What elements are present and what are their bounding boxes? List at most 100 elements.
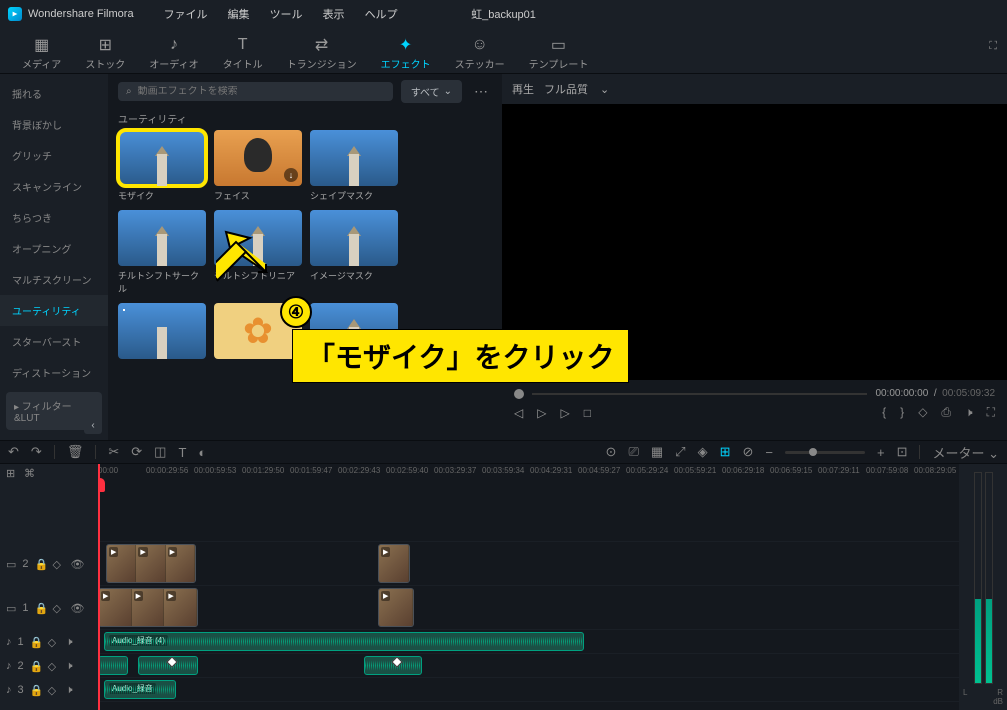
track-mute-icon[interactable]: ◇ bbox=[53, 602, 65, 615]
audio-clip[interactable]: Audio_緑音 bbox=[104, 680, 176, 699]
cat-distortion[interactable]: ディストーション bbox=[0, 357, 108, 388]
audio-clip[interactable] bbox=[138, 656, 198, 675]
track-mute-icon[interactable]: ◇ bbox=[53, 558, 65, 571]
more-options-button[interactable]: ⋯ bbox=[470, 83, 492, 100]
cat-opening[interactable]: オープニング bbox=[0, 233, 108, 264]
color-button[interactable]: ◐ bbox=[198, 445, 206, 460]
audio-clip[interactable] bbox=[98, 656, 128, 675]
track-lock-icon[interactable]: 🔒 bbox=[30, 660, 42, 673]
render-button[interactable]: ▦ bbox=[651, 444, 663, 460]
speed-button[interactable]: ⟳ bbox=[131, 444, 142, 460]
effect-mosaic[interactable]: モザイク bbox=[118, 130, 206, 202]
tracks-area[interactable]: 00:0000:00:29:5600:00:59:5300:01:29:5000… bbox=[98, 464, 959, 710]
video-clip[interactable] bbox=[98, 588, 198, 627]
effect-image-mask[interactable]: イメージマスク bbox=[310, 210, 398, 295]
cat-scanline[interactable]: スキャンライン bbox=[0, 171, 108, 202]
link-button[interactable]: ⊘ bbox=[742, 444, 753, 460]
track-lock-icon[interactable]: 🔒 bbox=[30, 636, 42, 649]
timeline-link-icon[interactable]: ⌘ bbox=[24, 467, 36, 480]
prev-frame-button[interactable]: ◁ bbox=[514, 406, 523, 420]
track-lock-icon[interactable]: 🔒 bbox=[30, 684, 42, 697]
scrubber-handle[interactable] bbox=[514, 389, 524, 399]
zoom-in-button[interactable]: + bbox=[877, 445, 885, 460]
track-audio-2[interactable] bbox=[98, 654, 959, 678]
audio-clip[interactable]: Audio_緑音 (4) bbox=[104, 632, 584, 651]
effect-crop[interactable] bbox=[118, 303, 206, 375]
search-box[interactable]: ⌕ bbox=[118, 82, 393, 101]
undo-button[interactable]: ↶ bbox=[8, 444, 19, 460]
tab-sticker[interactable]: ☺ステッカー bbox=[443, 34, 517, 73]
cat-bgblur[interactable]: 背景ぼかし bbox=[0, 109, 108, 140]
track-audio-1[interactable]: Audio_緑音 (4) bbox=[98, 630, 959, 654]
marker-button[interactable]: ◈ bbox=[698, 444, 708, 460]
zoom-out-button[interactable]: − bbox=[765, 445, 773, 460]
audio-clip[interactable] bbox=[364, 656, 422, 675]
tab-transition[interactable]: ⇄トランジション bbox=[275, 34, 369, 73]
bracket-open-icon[interactable]: { bbox=[882, 405, 886, 420]
record-button[interactable]: ⊙ bbox=[606, 444, 617, 460]
redo-button[interactable]: ↷ bbox=[31, 444, 42, 460]
track-video-2[interactable] bbox=[98, 542, 959, 586]
snap-button[interactable]: ⊞ bbox=[720, 444, 731, 460]
track-visibility-icon[interactable]: 👁 bbox=[71, 602, 83, 615]
tab-media[interactable]: ▦メディア bbox=[10, 34, 73, 73]
mixer-button[interactable]: ⎚ bbox=[628, 444, 638, 460]
menu-edit[interactable]: 編集 bbox=[228, 6, 250, 22]
expand-button[interactable]: ⤢ bbox=[675, 444, 685, 460]
playhead[interactable] bbox=[98, 464, 100, 710]
scrubber-track[interactable] bbox=[532, 393, 867, 395]
cat-shake[interactable]: 揺れる bbox=[0, 78, 108, 109]
crop-button[interactable]: ◫ bbox=[154, 444, 166, 460]
volume-icon[interactable]: 🕨 bbox=[965, 405, 973, 420]
snapshot-icon[interactable]: ⎙ bbox=[941, 405, 951, 420]
effect-face[interactable]: ↓ フェイス bbox=[214, 130, 302, 202]
tab-stock[interactable]: ⊞ストック bbox=[73, 34, 137, 73]
track-video-1[interactable] bbox=[98, 586, 959, 630]
tab-title[interactable]: Tタイトル bbox=[211, 34, 275, 73]
search-input[interactable] bbox=[138, 86, 385, 97]
track-visibility-icon[interactable]: 👁 bbox=[71, 558, 83, 571]
track-mute-icon[interactable]: ◇ bbox=[48, 660, 60, 673]
meter-toggle[interactable]: メーター ⌄ bbox=[932, 443, 999, 462]
effect-shape-mask[interactable]: シェイプマスク bbox=[310, 130, 398, 202]
stop-button[interactable]: □ bbox=[584, 406, 591, 420]
track-lock-icon[interactable]: 🔒 bbox=[35, 602, 47, 615]
preview-quality-dropdown[interactable]: フル品質⌄ bbox=[544, 81, 609, 97]
timeline-settings-icon[interactable]: ⊞ bbox=[6, 467, 18, 480]
cat-glitch[interactable]: グリッチ bbox=[0, 140, 108, 171]
track-solo-icon[interactable]: 🕨 bbox=[66, 636, 78, 649]
tab-template[interactable]: ▭テンプレート bbox=[517, 34, 601, 73]
track-lock-icon[interactable]: 🔒 bbox=[35, 558, 47, 571]
zoom-slider[interactable] bbox=[785, 451, 865, 454]
tab-effects[interactable]: ✦エフェクト bbox=[369, 34, 443, 73]
effect-tiltshift-linear[interactable]: チルトシフトリニア bbox=[214, 210, 302, 295]
video-clip[interactable] bbox=[378, 544, 410, 583]
bracket-close-icon[interactable]: } bbox=[900, 405, 904, 420]
menu-help[interactable]: ヘルプ bbox=[365, 6, 398, 22]
filter-dropdown[interactable]: すべて⌄ bbox=[401, 80, 462, 103]
track-solo-icon[interactable]: 🕨 bbox=[66, 660, 78, 673]
timeline-ruler[interactable]: 00:0000:00:29:5600:00:59:5300:01:29:5000… bbox=[98, 464, 959, 482]
cat-utility[interactable]: ユーティリティ bbox=[0, 295, 108, 326]
marker-icon[interactable]: ◇ bbox=[918, 405, 927, 420]
track-mute-icon[interactable]: ◇ bbox=[48, 684, 60, 697]
screenshot-icon[interactable]: ⛶ bbox=[989, 40, 997, 53]
cat-starburst[interactable]: スターバースト bbox=[0, 326, 108, 357]
track-solo-icon[interactable]: 🕨 bbox=[66, 684, 78, 697]
fullscreen-icon[interactable]: ⛶ bbox=[987, 405, 995, 420]
text-button[interactable]: T bbox=[178, 445, 186, 460]
menu-tool[interactable]: ツール bbox=[270, 6, 303, 22]
next-frame-button[interactable]: ▷ bbox=[537, 406, 546, 420]
effect-tiltshift-circle[interactable]: チルトシフトサークル bbox=[118, 210, 206, 295]
zoom-fit-button[interactable]: ⊡ bbox=[897, 444, 908, 460]
track-audio-3[interactable]: Audio_緑音 bbox=[98, 678, 959, 702]
menu-file[interactable]: ファイル bbox=[164, 6, 208, 22]
cat-multiscreen[interactable]: マルチスクリーン bbox=[0, 264, 108, 295]
track-mute-icon[interactable]: ◇ bbox=[48, 636, 60, 649]
sidebar-collapse-button[interactable]: ‹ bbox=[84, 416, 102, 434]
menu-view[interactable]: 表示 bbox=[323, 6, 345, 22]
play-button[interactable]: ▷ bbox=[560, 406, 569, 420]
split-button[interactable]: ✂ bbox=[108, 444, 119, 460]
cat-flicker[interactable]: ちらつき bbox=[0, 202, 108, 233]
tab-audio[interactable]: ♪オーディオ bbox=[137, 34, 210, 73]
